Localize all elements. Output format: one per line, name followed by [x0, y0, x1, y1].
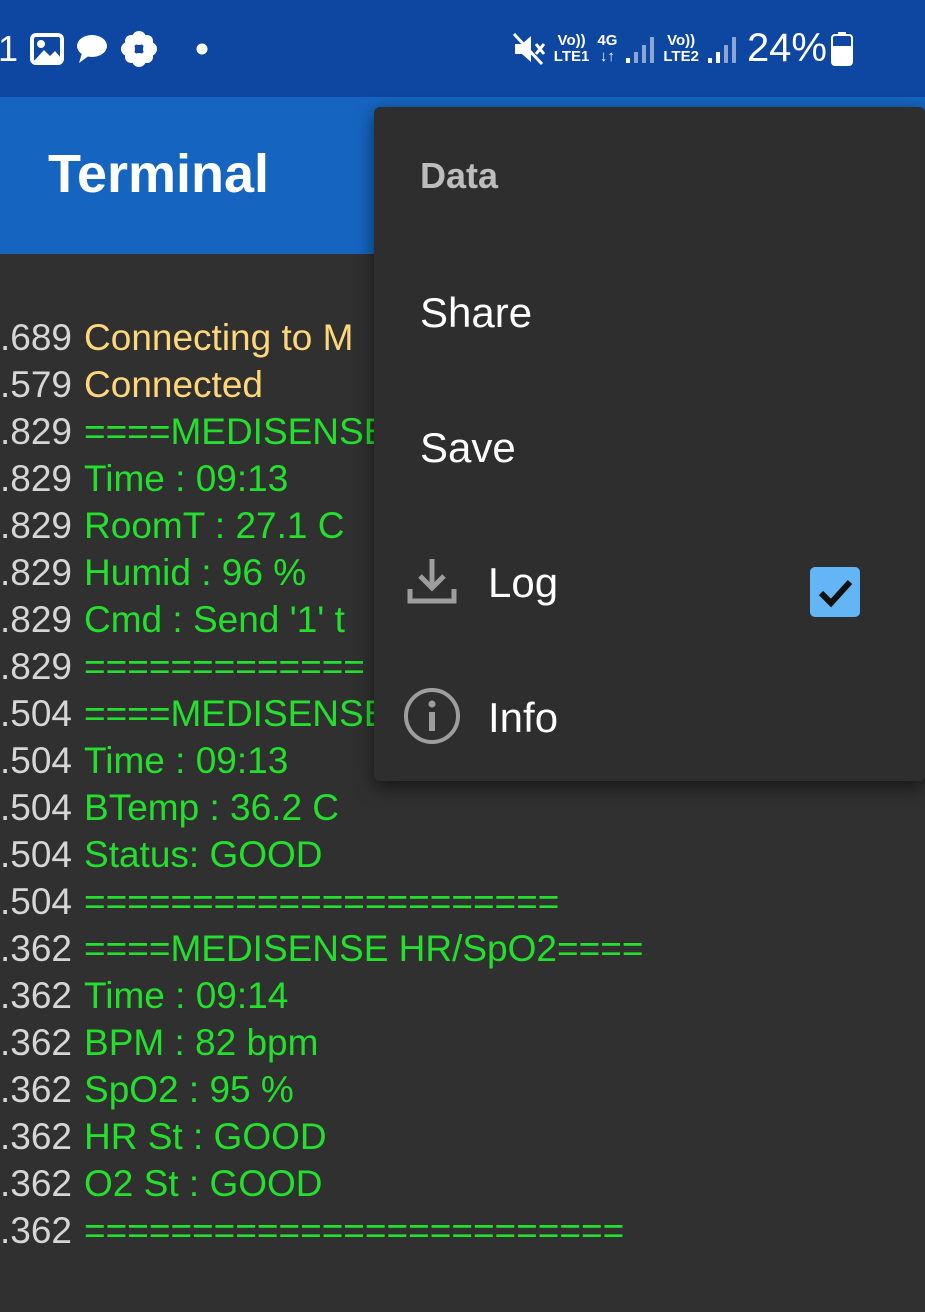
line-text: Time : 09:13	[84, 458, 289, 499]
line-timestamp: .829	[0, 411, 73, 452]
line-text: ====MEDISENSE HR/SpO2====	[84, 928, 644, 969]
data-arrows-icon: ↓↑	[599, 47, 615, 65]
line-text: Status: GOOD	[84, 834, 323, 875]
mute-icon	[512, 32, 546, 66]
line-text: =============	[84, 646, 365, 687]
menu-item-save[interactable]: Save	[374, 386, 925, 506]
menu-item-label: Save	[420, 424, 516, 471]
line-text: ======================	[84, 881, 560, 922]
line-timestamp: .362	[0, 1022, 73, 1063]
terminal-line: .829 =============	[0, 643, 365, 690]
dot-icon	[196, 43, 208, 55]
terminal-line: .504 ====MEDISENSE	[0, 690, 388, 737]
line-text: Cmd : Send '1' t	[84, 599, 345, 640]
status-bar: 1 Vo)) LTE1 4G ↓↑ Vo)) LTE2 24%	[0, 0, 925, 97]
line-text: ====MEDISENSE	[84, 693, 389, 734]
terminal-line: .362 ====MEDISENSE HR/SpO2====	[0, 925, 643, 972]
flower-icon	[120, 30, 158, 68]
line-timestamp: .829	[0, 505, 73, 546]
line-timestamp: .504	[0, 834, 73, 875]
menu-header: Data	[420, 155, 499, 196]
line-timestamp: .362	[0, 1069, 73, 1110]
terminal-line: .829 Time : 09:13	[0, 455, 288, 502]
menu-item-label: Share	[420, 289, 533, 336]
line-text: HR St : GOOD	[84, 1116, 327, 1157]
terminal-line: .362 HR St : GOOD	[0, 1113, 327, 1160]
terminal-line: .829 Humid : 96 %	[0, 549, 306, 596]
line-timestamp: .829	[0, 552, 73, 593]
menu-item-label: Log	[488, 559, 559, 606]
terminal-line: .579 Connected	[0, 361, 263, 408]
terminal-line: .689 Connecting to M	[0, 314, 353, 361]
status-left-group: 1	[0, 0, 208, 97]
line-text: Connecting to M	[84, 317, 354, 358]
line-timestamp: .362	[0, 1163, 73, 1204]
line-timestamp: .362	[0, 928, 73, 969]
terminal-line: .362 =========================	[0, 1207, 624, 1254]
line-text: Humid : 96 %	[84, 552, 307, 593]
log-checkbox[interactable]	[810, 567, 860, 617]
line-timestamp: .504	[0, 740, 73, 781]
menu-item-info[interactable]: Info	[374, 656, 925, 776]
terminal-line: .504 Status: GOOD	[0, 831, 323, 878]
terminal-line: .829 ====MEDISENSE	[0, 408, 388, 455]
line-text: =========================	[84, 1210, 625, 1251]
notification-count: 1	[0, 27, 19, 69]
line-text: RoomT : 27.1 C	[84, 505, 345, 546]
page-title: Terminal	[48, 144, 270, 204]
terminal-line: .829 RoomT : 27.1 C	[0, 502, 345, 549]
terminal-line: .362 O2 St : GOOD	[0, 1160, 323, 1207]
line-text: BPM : 82 bpm	[84, 1022, 319, 1063]
data-menu: Data Share Save Log Info	[374, 107, 925, 781]
line-timestamp: .504	[0, 693, 73, 734]
chat-icon	[76, 33, 108, 65]
menu-item-log[interactable]: Log	[374, 521, 925, 641]
line-text: BTemp : 36.2 C	[84, 787, 340, 828]
info-icon	[402, 686, 462, 746]
menu-item-label: Info	[488, 694, 559, 741]
line-text: Time : 09:13	[84, 740, 289, 781]
line-text: Time : 09:14	[84, 975, 289, 1016]
terminal-line: .504 ======================	[0, 878, 559, 925]
line-text: O2 St : GOOD	[84, 1163, 323, 1204]
line-timestamp: .829	[0, 646, 73, 687]
signal-lte2-label: Vo)) LTE2	[663, 31, 699, 65]
line-timestamp: .362	[0, 975, 73, 1016]
line-timestamp: .504	[0, 881, 73, 922]
terminal-line: .362 Time : 09:14	[0, 972, 288, 1019]
line-text: Connected	[84, 364, 263, 405]
line-timestamp: .829	[0, 599, 73, 640]
signal-icon	[625, 33, 655, 65]
line-timestamp: .689	[0, 317, 73, 358]
terminal-line: .362 SpO2 : 95 %	[0, 1066, 294, 1113]
download-icon	[402, 551, 462, 611]
terminal-line: .362 BPM : 82 bpm	[0, 1019, 318, 1066]
battery-percent: 24%	[746, 26, 827, 70]
menu-item-share[interactable]: Share	[374, 251, 925, 371]
line-timestamp: .829	[0, 458, 73, 499]
status-right-group: Vo)) LTE1 4G ↓↑ Vo)) LTE2 24%	[512, 0, 925, 97]
terminal-line: .504 BTemp : 36.2 C	[0, 784, 339, 831]
line-timestamp: .579	[0, 364, 73, 405]
signal-lte1-label: Vo)) LTE1	[553, 31, 590, 65]
terminal-line: .829 Cmd : Send '1' t	[0, 596, 345, 643]
terminal-line: .504 Time : 09:13	[0, 737, 288, 784]
signal-icon	[707, 33, 737, 65]
line-text: ====MEDISENSE	[84, 411, 389, 452]
line-text: SpO2 : 95 %	[84, 1069, 294, 1110]
line-timestamp: .362	[0, 1210, 73, 1251]
battery-icon	[831, 31, 853, 66]
gallery-icon	[30, 32, 65, 65]
net-type-label: 4G ↓↑	[597, 31, 618, 65]
line-timestamp: .504	[0, 787, 73, 828]
line-timestamp: .362	[0, 1116, 73, 1157]
